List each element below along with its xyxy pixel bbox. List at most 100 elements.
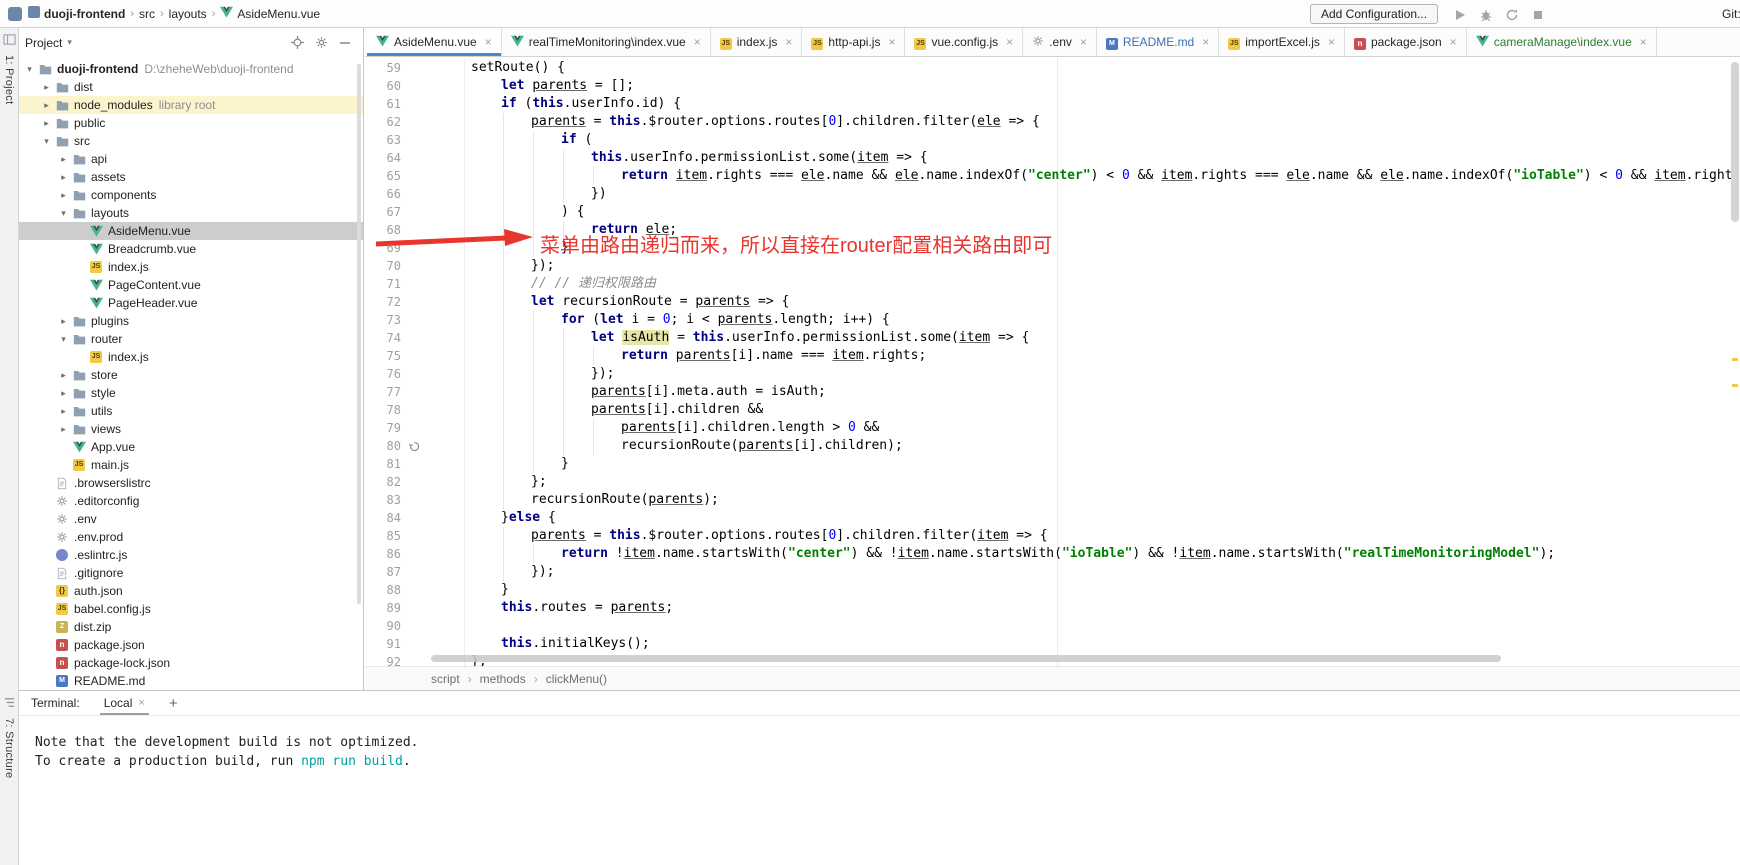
tree-item[interactable]: {}auth.json [19,582,363,600]
chevron-down-icon[interactable]: ▾ [23,64,36,75]
editor-tab[interactable]: JSindex.js× [711,28,803,56]
breadcrumb-item[interactable]: duoji-frontend [28,6,125,21]
tree-item[interactable]: ▸utils [19,402,363,420]
chevron-down-icon[interactable]: ▾ [40,136,53,147]
close-tab-icon[interactable]: × [694,35,701,49]
tree-item[interactable]: JSindex.js [19,258,363,276]
chevron-right-icon[interactable]: ▸ [57,370,70,381]
tree-item[interactable]: npackage-lock.json [19,654,363,672]
editor-tab[interactable]: cameraManage\index.vue× [1467,28,1657,56]
tree-item[interactable]: ▸public [19,114,363,132]
tree-item[interactable]: ▸views [19,420,363,438]
tree-item[interactable]: Breadcrumb.vue [19,240,363,258]
tree-item[interactable]: ▸store [19,366,363,384]
chevron-right-icon[interactable]: ▸ [57,316,70,327]
chevron-right-icon[interactable]: ▸ [40,100,53,111]
editor-tab[interactable]: AsideMenu.vue× [367,28,502,56]
tree-item[interactable]: ▾src [19,132,363,150]
chevron-right-icon[interactable]: ▸ [57,190,70,201]
editor-tab[interactable]: npackage.json× [1345,28,1467,56]
project-tree-scrollbar[interactable] [357,64,361,604]
editor-tab[interactable]: JSimportExcel.js× [1219,28,1345,56]
chevron-right-icon[interactable]: ▸ [40,82,53,93]
hide-panel-icon[interactable] [333,32,357,54]
editor-tab[interactable]: JSvue.config.js× [905,28,1023,56]
tree-item[interactable]: MREADME.md [19,672,363,690]
structure-icon[interactable] [3,696,16,712]
debug-icon[interactable] [1478,7,1493,22]
close-tab-icon[interactable]: × [888,35,895,49]
tree-item[interactable]: ▸node_moduleslibrary root [19,96,363,114]
close-tab-icon[interactable]: × [1450,35,1457,49]
tree-item[interactable]: AsideMenu.vue [19,222,363,240]
tree-item[interactable]: PageHeader.vue [19,294,363,312]
git-branch-label[interactable]: Git: [1722,7,1740,21]
tree-item[interactable]: .editorconfig [19,492,363,510]
tree-item[interactable]: App.vue [19,438,363,456]
breadcrumb-item[interactable]: AsideMenu.vue [220,6,320,21]
close-tab-icon[interactable]: × [1328,35,1335,49]
tree-item[interactable]: ▾layouts [19,204,363,222]
close-tab-icon[interactable]: × [1202,35,1209,49]
tree-item[interactable]: .eslintrc.js [19,546,363,564]
project-panel-title[interactable]: Project [25,36,62,50]
tree-item[interactable]: ▾router [19,330,363,348]
chevron-down-icon[interactable]: ▾ [57,208,70,219]
close-tab-icon[interactable]: × [1640,35,1647,49]
terminal-tab-local[interactable]: Local × [100,691,149,715]
tree-item[interactable]: JSbabel.config.js [19,600,363,618]
vertical-scrollbar[interactable] [1731,62,1739,222]
editor-tab[interactable]: realTimeMonitoring\index.vue× [502,28,711,56]
chevron-right-icon[interactable]: ▸ [57,388,70,399]
tree-item[interactable]: ▸components [19,186,363,204]
horizontal-scrollbar[interactable] [431,655,1501,662]
new-terminal-session-icon[interactable]: + [169,695,178,712]
editor-tab[interactable]: .env× [1023,28,1097,56]
chevron-right-icon[interactable]: ▸ [57,172,70,183]
close-tab-icon[interactable]: × [1080,35,1087,49]
close-tab-icon[interactable]: × [1006,35,1013,49]
tree-item[interactable]: ▸dist [19,78,363,96]
tree-item[interactable]: .gitignore [19,564,363,582]
editor-breadcrumb-item[interactable]: script [431,672,460,686]
tree-item[interactable]: PageContent.vue [19,276,363,294]
close-icon[interactable]: × [138,697,144,709]
chevron-right-icon[interactable]: ▸ [57,424,70,435]
chevron-right-icon[interactable]: ▸ [57,154,70,165]
locate-file-icon[interactable] [285,32,309,54]
chevron-right-icon[interactable]: ▸ [57,406,70,417]
code-editor[interactable]: 59setRoute() {60let parents = [];61if (t… [365,58,1740,666]
tree-item[interactable]: JSmain.js [19,456,363,474]
inspection-mark[interactable] [1732,384,1738,387]
update-project-icon[interactable] [1504,7,1519,22]
stop-icon[interactable] [1530,7,1545,22]
tree-item[interactable]: ▸plugins [19,312,363,330]
tree-item[interactable]: Zdist.zip [19,618,363,636]
gear-icon[interactable] [309,32,333,54]
inspection-mark[interactable] [1732,358,1738,361]
tree-item[interactable]: JSindex.js [19,348,363,366]
run-icon[interactable] [1452,7,1467,22]
editor-breadcrumb-item[interactable]: clickMenu() [546,672,607,686]
editor-tab[interactable]: MREADME.md× [1097,28,1219,56]
sidebar-item-structure[interactable]: 7: Structure [3,718,15,778]
tree-item[interactable]: .browserslistrc [19,474,363,492]
chevron-right-icon[interactable]: ▸ [40,118,53,129]
close-tab-icon[interactable]: × [485,35,492,49]
tree-item[interactable]: npackage.json [19,636,363,654]
tree-item[interactable]: ▸api [19,150,363,168]
editor-breadcrumb-item[interactable]: methods [480,672,526,686]
terminal-output[interactable]: Note that the development build is not o… [19,716,1740,771]
tree-item[interactable]: ▸assets [19,168,363,186]
tree-item[interactable]: .env [19,510,363,528]
add-configuration-button[interactable]: Add Configuration... [1310,4,1438,24]
breadcrumb-item[interactable]: src [139,7,155,21]
chevron-down-icon[interactable]: ▾ [57,334,70,345]
tree-item[interactable]: .env.prod [19,528,363,546]
tree-item[interactable]: ▸style [19,384,363,402]
breadcrumb-item[interactable]: layouts [169,7,207,21]
sidebar-item-project[interactable]: 1: Project [3,55,15,104]
editor-tab[interactable]: JShttp-api.js× [802,28,905,56]
chevron-down-icon[interactable]: ▾ [67,37,72,48]
tree-item[interactable]: ▾duoji-frontendD:\zheheWeb\duoji-fronten… [19,60,363,78]
